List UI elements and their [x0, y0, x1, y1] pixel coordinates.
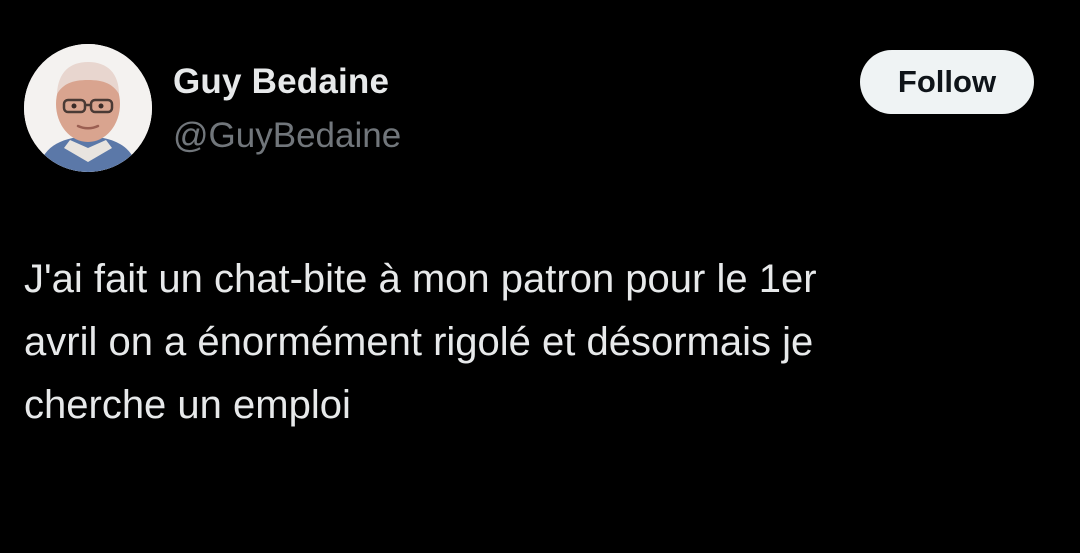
author-handle[interactable]: @GuyBedaine — [173, 116, 401, 156]
tweet-text-line: cherche un emploi — [24, 383, 351, 427]
avatar-icon — [24, 44, 152, 172]
author-avatar[interactable] — [24, 44, 152, 172]
tweet-text-line: avril on a énormément rigolé et désormai… — [24, 320, 814, 364]
tweet-text-line: J'ai fait un chat-bite à mon patron pour… — [24, 257, 817, 301]
author-display-name[interactable]: Guy Bedaine — [173, 62, 389, 102]
tweet-text: J'ai fait un chat-bite à mon patron pour… — [24, 248, 1054, 437]
tweet-card: Guy Bedaine @GuyBedaine Follow J'ai fait… — [0, 0, 1080, 553]
follow-button[interactable]: Follow — [860, 50, 1034, 114]
